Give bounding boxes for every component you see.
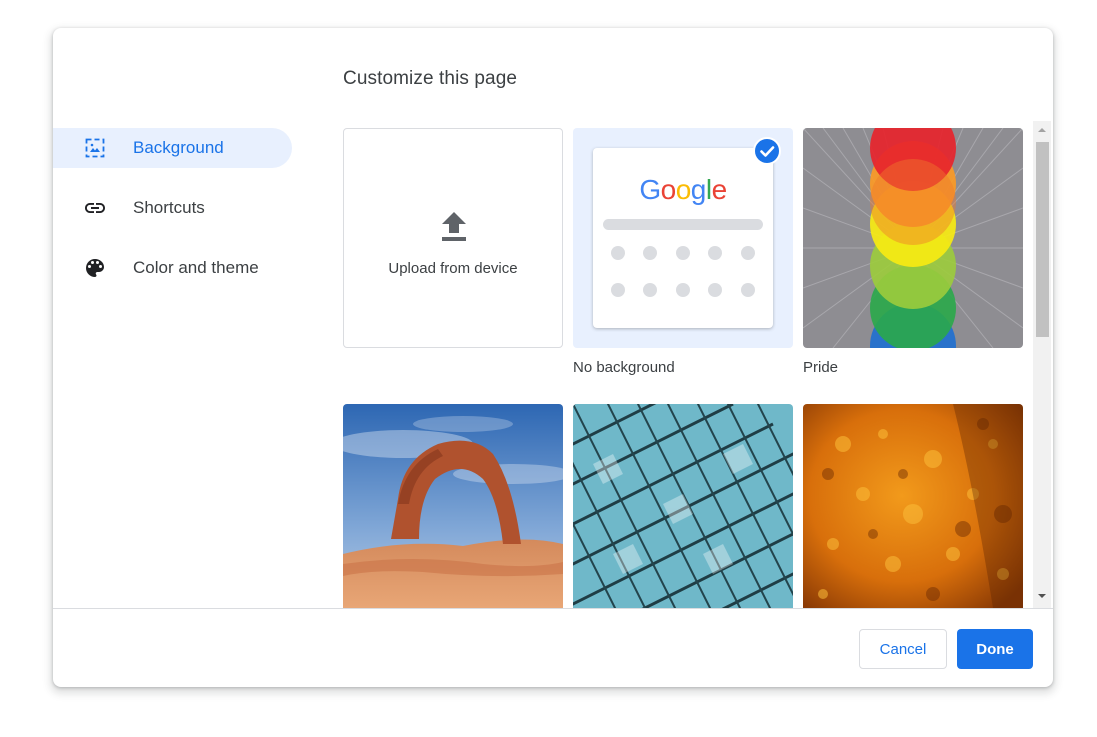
preview-shortcut-dot (643, 246, 657, 260)
done-button[interactable]: Done (957, 629, 1033, 669)
orange-texture-background-tile[interactable] (803, 404, 1023, 608)
new-tab-preview: Google (593, 148, 773, 328)
google-logo: Google (639, 174, 727, 205)
cancel-button[interactable]: Cancel (859, 629, 947, 669)
upload-label: Upload from device (388, 260, 518, 277)
dialog-title: Customize this page (343, 68, 518, 89)
glass-building-thumbnail (573, 404, 793, 608)
sidebar-item-label: Color and theme (133, 258, 259, 277)
background-image-icon (85, 138, 105, 158)
upload-icon (442, 212, 466, 241)
scroll-up-arrow-icon[interactable] (1033, 121, 1051, 139)
pride-background-tile[interactable] (803, 128, 1023, 348)
palette-icon (86, 259, 104, 277)
preview-shortcut-dot (676, 283, 690, 297)
sidebar-item-color-and-theme[interactable]: Color and theme (53, 248, 292, 288)
scroll-thumb[interactable] (1036, 142, 1049, 337)
pride-caption: Pride (803, 359, 839, 376)
rock-arch-thumbnail (343, 404, 563, 608)
pride-thumbnail (803, 128, 1023, 348)
no-background-tile[interactable]: Google (573, 128, 793, 348)
rock-arch-background-tile[interactable] (343, 404, 563, 608)
orange-texture-thumbnail (803, 404, 1023, 608)
selected-check-icon (753, 137, 781, 165)
footer-divider (53, 608, 1053, 609)
sidebar-item-label: Background (133, 138, 224, 157)
glass-building-background-tile[interactable] (573, 404, 793, 608)
preview-search-bar (603, 219, 763, 230)
preview-shortcut-dot (741, 283, 755, 297)
customize-dialog: Customize this page Background Shortcuts… (53, 28, 1053, 687)
no-background-caption: No background (573, 359, 675, 376)
preview-shortcut-dot (708, 246, 722, 260)
content-scrollbar[interactable] (1033, 121, 1051, 608)
preview-shortcut-dot (708, 283, 722, 297)
sidebar-item-background[interactable]: Background (53, 128, 292, 168)
preview-shortcut-dot (643, 283, 657, 297)
sidebar-item-shortcuts[interactable]: Shortcuts (53, 188, 292, 228)
scroll-down-arrow-icon[interactable] (1033, 587, 1051, 605)
sidebar-item-label: Shortcuts (133, 198, 205, 217)
link-icon (85, 203, 105, 213)
preview-shortcut-dot (611, 246, 625, 260)
preview-shortcut-dot (611, 283, 625, 297)
upload-from-device-tile[interactable]: Upload from device (343, 128, 563, 348)
preview-shortcut-dot (741, 246, 755, 260)
preview-shortcut-dot (676, 246, 690, 260)
